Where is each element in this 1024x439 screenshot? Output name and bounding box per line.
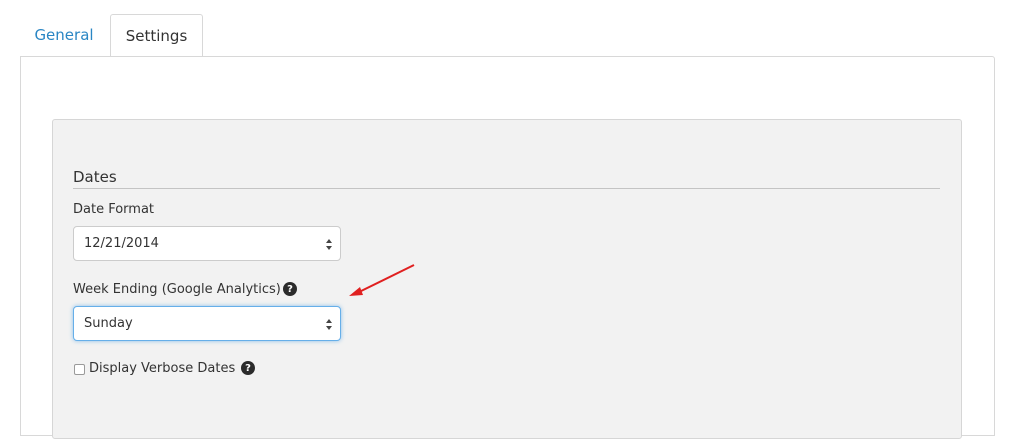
date-format-select[interactable]: 12/21/2014 [73, 226, 341, 261]
section-legend-dates: Dates [73, 167, 940, 189]
question-circle-icon[interactable]: ? [241, 361, 255, 375]
date-format-label: Date Format [73, 202, 155, 217]
week-ending-value: Sunday [84, 316, 133, 331]
week-ending-label: Week Ending (Google Analytics) [73, 282, 281, 297]
verbose-dates-label[interactable]: Display Verbose Dates [89, 361, 235, 376]
verbose-dates-checkbox[interactable] [74, 364, 85, 375]
red-arrow-icon [349, 264, 415, 296]
updown-caret-icon [326, 319, 332, 330]
date-format-value: 12/21/2014 [84, 236, 159, 251]
question-circle-icon[interactable]: ? [283, 282, 297, 296]
updown-caret-icon [326, 239, 332, 250]
tab-settings[interactable]: Settings [110, 14, 203, 57]
tab-general[interactable]: General [20, 13, 108, 56]
week-ending-select[interactable]: Sunday [73, 306, 341, 341]
tab-bar: General Settings [20, 12, 203, 57]
